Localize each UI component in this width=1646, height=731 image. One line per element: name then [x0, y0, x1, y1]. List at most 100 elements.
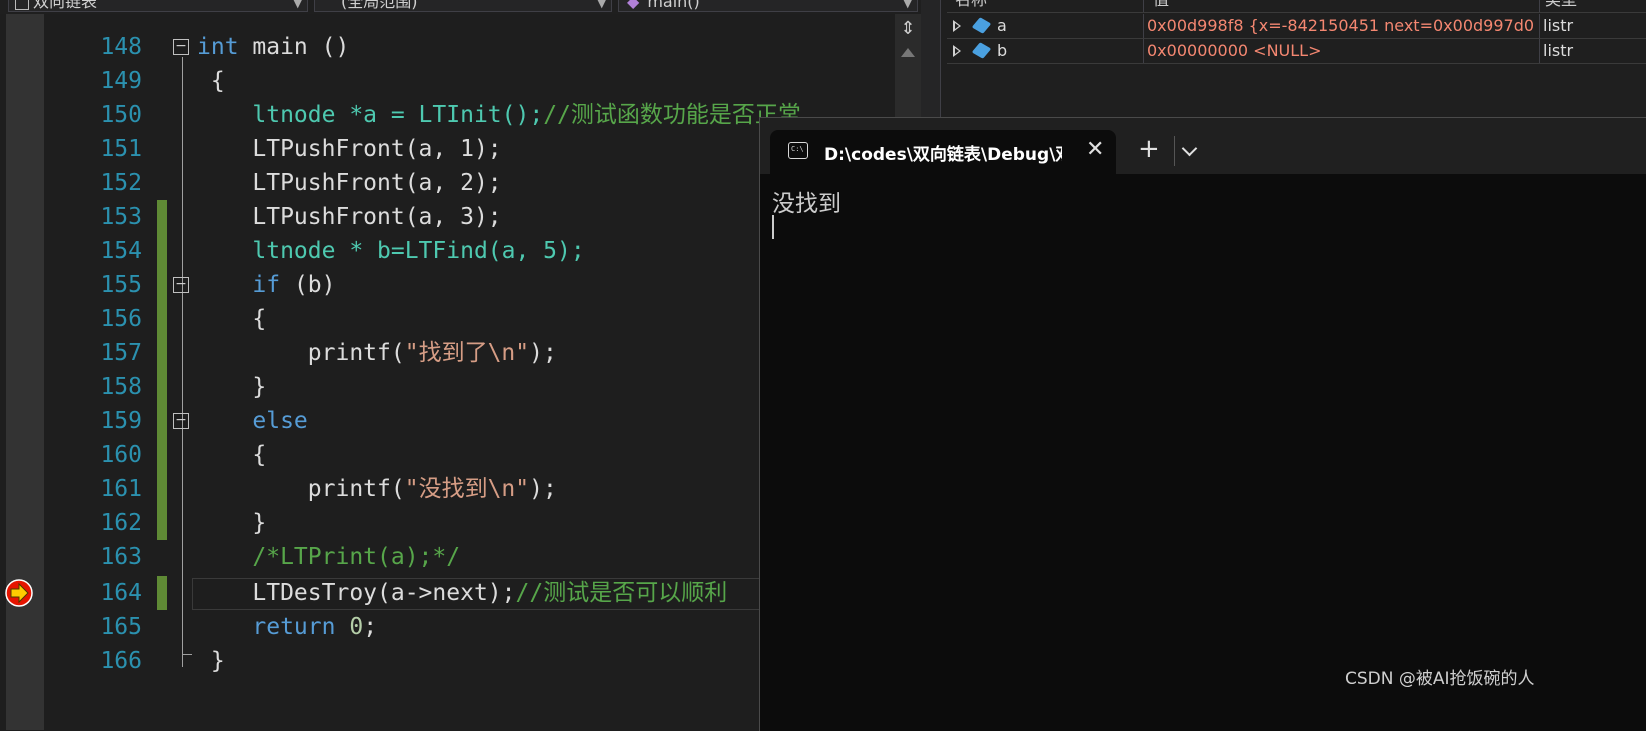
change-marker [157, 268, 167, 302]
line-number: 161 [100, 476, 142, 502]
change-marker [157, 506, 167, 540]
code-text: LTPushFront(a, 1); [252, 136, 502, 162]
scroll-up-arrow-icon[interactable] [901, 48, 915, 57]
code-text: int main () [197, 34, 350, 60]
line-number: 152 [100, 170, 142, 196]
variable-icon [971, 17, 992, 34]
change-marker [157, 472, 167, 506]
navigation-bar: 双向链表 ▼ (全局范围) ▼ ◆ main() ▼ [0, 0, 940, 14]
column-separator [1143, 14, 1144, 38]
line-number: 162 [100, 510, 142, 536]
line-number: 156 [100, 306, 142, 332]
line-number: 164 [100, 580, 142, 606]
project-dropdown[interactable]: 双向链表 ▼ [8, 0, 308, 12]
new-tab-icon[interactable]: + [1138, 136, 1160, 162]
code-text: printf("找到了\n"); [307, 340, 557, 366]
line-number: 159 [100, 408, 142, 434]
terminal-tab-title: D:\codes\双向链表\Debug\双向链表 [824, 145, 1062, 165]
column-name-header[interactable]: 名称 [955, 0, 1145, 12]
chevron-down-icon[interactable] [1181, 140, 1198, 157]
line-number: 165 [100, 614, 142, 640]
text-cursor [772, 215, 774, 239]
tab-divider [1174, 136, 1175, 166]
change-marker [157, 302, 167, 336]
project-icon [15, 0, 29, 10]
line-number: 158 [100, 374, 142, 400]
line-number: 155 [100, 272, 142, 298]
watch-row-a[interactable]: a 0x00d998f8 {x=-842150451 next=0x00d997… [947, 14, 1646, 39]
code-text: { [210, 68, 225, 94]
close-icon[interactable]: ✕ [1086, 137, 1104, 162]
console-icon [788, 142, 808, 159]
column-separator[interactable] [1143, 0, 1144, 12]
code-line[interactable]: 148 − int main () [44, 30, 940, 64]
chevron-down-icon: ▼ [597, 0, 606, 10]
watch-header: 名称 值 类型 [947, 0, 1646, 13]
code-text: /*LTPrint(a);*/ [252, 544, 461, 570]
code-text: ltnode * b=LTFind(a, 5); [252, 238, 585, 264]
change-marker [157, 370, 167, 404]
line-number: 153 [100, 204, 142, 230]
change-marker [157, 200, 167, 234]
terminal-tab-bar: D:\codes\双向链表\Debug\双向链表 ✕ + [760, 118, 1646, 174]
line-number: 157 [100, 340, 142, 366]
expand-arrow-icon[interactable] [953, 20, 961, 32]
line-number: 149 [100, 68, 142, 94]
current-statement-arrow-icon[interactable] [4, 578, 34, 608]
function-icon: ◆ [627, 0, 640, 11]
column-separator [1539, 39, 1540, 63]
code-text: printf("没找到\n"); [307, 476, 557, 502]
line-number: 160 [100, 442, 142, 468]
code-text: } [210, 648, 225, 674]
chevron-down-icon: ▼ [293, 0, 302, 10]
glyph-margin[interactable] [6, 14, 44, 730]
change-marker [157, 404, 167, 438]
watch-name: a [997, 16, 1007, 35]
scope-dropdown[interactable]: (全局范围) ▼ [314, 0, 612, 12]
column-separator [1143, 39, 1144, 63]
code-text: } [252, 510, 267, 536]
line-number: 154 [100, 238, 142, 264]
code-text: return 0; [252, 614, 378, 640]
code-text: { [252, 306, 267, 332]
watermark: CSDN @被AI抢饭碗的人 [1345, 669, 1535, 689]
watch-row-b[interactable]: b 0x00000000 <NULL> listr [947, 39, 1646, 64]
fold-toggle-icon[interactable]: − [173, 39, 189, 55]
variable-icon [971, 42, 992, 59]
watch-value[interactable]: 0x00000000 <NULL> [1147, 39, 1537, 63]
watch-name: b [997, 41, 1008, 60]
column-separator[interactable] [1539, 0, 1540, 12]
code-text: ltnode *a = LTInit();//测试函数功能是否正常 [252, 102, 801, 128]
terminal-output: 没找到 [772, 191, 841, 217]
fold-toggle-icon[interactable]: − [173, 413, 189, 429]
change-marker [157, 438, 167, 472]
code-text: LTPushFront(a, 3); [252, 204, 502, 230]
column-value-header[interactable]: 值 [1153, 0, 1543, 12]
chevron-down-icon: ▼ [903, 0, 912, 10]
line-number: 151 [100, 136, 142, 162]
watch-type: listr [1543, 16, 1574, 35]
line-number: 163 [100, 544, 142, 570]
line-number: 148 [100, 34, 142, 60]
watch-value[interactable]: 0x00d998f8 {x=-842150451 next=0x00d997d0… [1147, 14, 1537, 38]
fold-toggle-icon[interactable]: − [173, 277, 189, 293]
function-dropdown[interactable]: ◆ main() ▼ [618, 0, 918, 12]
terminal-tab[interactable]: D:\codes\双向链表\Debug\双向链表 ✕ [770, 130, 1116, 174]
line-number: 166 [100, 648, 142, 674]
expand-arrow-icon[interactable] [953, 45, 961, 57]
watch-type: listr [1543, 41, 1574, 60]
column-separator [1539, 14, 1540, 38]
change-marker [157, 576, 167, 610]
split-window-icon[interactable]: ⇕ [899, 18, 917, 40]
column-type-header[interactable]: 类型 [1545, 0, 1645, 12]
code-text: } [252, 374, 267, 400]
terminal-window[interactable]: D:\codes\双向链表\Debug\双向链表 ✕ + 没找到 [759, 117, 1646, 731]
code-line[interactable]: 149 { [44, 64, 940, 98]
code-text: { [252, 442, 267, 468]
change-marker [157, 336, 167, 370]
change-marker [157, 234, 167, 268]
line-number: 150 [100, 102, 142, 128]
code-text: LTPushFront(a, 2); [252, 170, 502, 196]
code-text: if (b) [252, 272, 336, 298]
code-text: else [252, 408, 308, 434]
